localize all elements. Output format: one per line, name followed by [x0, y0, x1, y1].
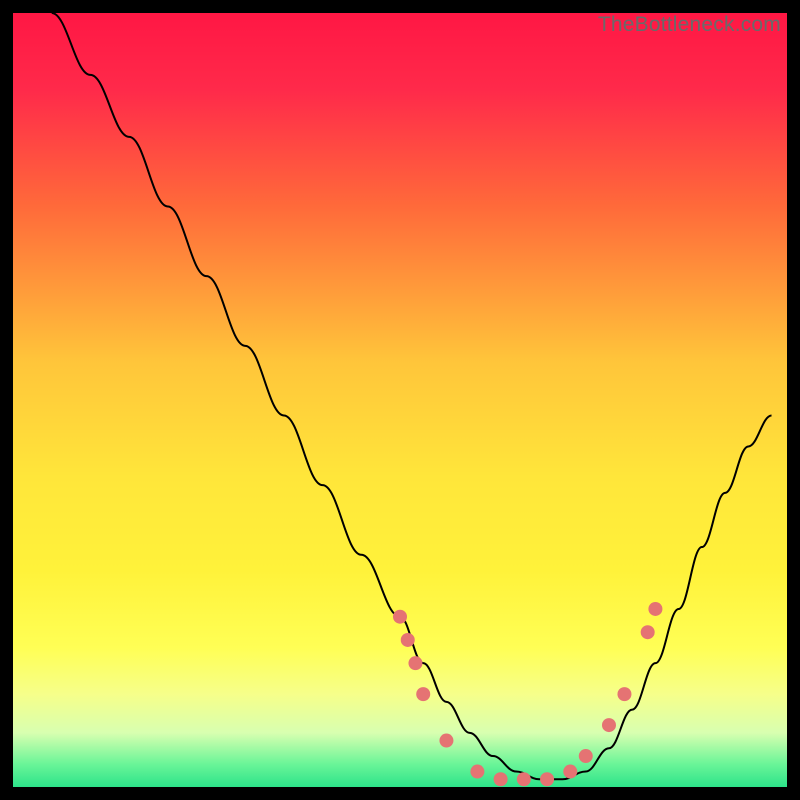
curve-marker	[470, 765, 484, 779]
chart-svg	[13, 13, 787, 787]
curve-marker	[494, 772, 508, 786]
curve-marker	[408, 656, 422, 670]
curve-marker	[517, 772, 531, 786]
chart-background	[13, 13, 787, 787]
chart-frame: TheBottleneck.com	[13, 13, 787, 787]
curve-marker	[540, 772, 554, 786]
curve-marker	[648, 602, 662, 616]
curve-marker	[393, 610, 407, 624]
curve-marker	[401, 633, 415, 647]
curve-marker	[641, 625, 655, 639]
curve-marker	[439, 734, 453, 748]
curve-marker	[416, 687, 430, 701]
curve-marker	[602, 718, 616, 732]
curve-marker	[579, 749, 593, 763]
curve-marker	[617, 687, 631, 701]
curve-marker	[563, 765, 577, 779]
watermark-text: TheBottleneck.com	[598, 13, 781, 37]
